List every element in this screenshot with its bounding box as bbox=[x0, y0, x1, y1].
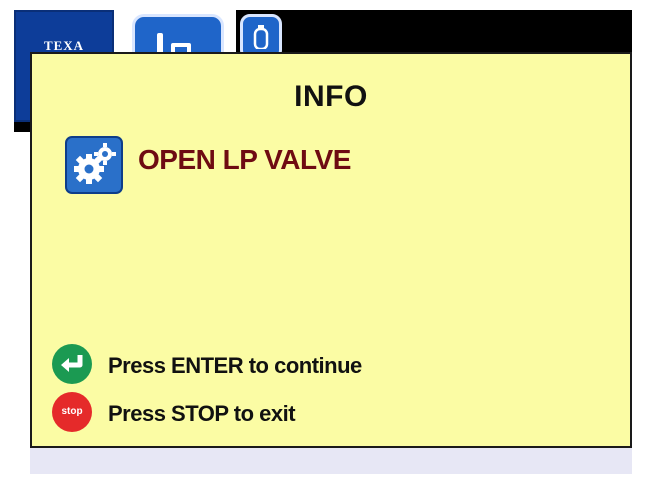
info-dialog: INFO OPEN LP VALVE Press ENTER to contin… bbox=[30, 52, 632, 448]
enter-instruction: Press ENTER to continue bbox=[108, 353, 362, 378]
stop-action[interactable]: stop Press STOP to exit bbox=[52, 392, 352, 432]
gears-icon bbox=[65, 136, 123, 194]
cylinder-icon bbox=[253, 25, 269, 49]
enter-action[interactable]: Press ENTER to continue bbox=[52, 344, 412, 384]
enter-arrow-glyph bbox=[61, 355, 83, 372]
enter-icon[interactable] bbox=[52, 344, 92, 384]
stop-icon[interactable]: stop bbox=[52, 392, 92, 432]
footer-strip bbox=[0, 474, 650, 482]
gears-glyph bbox=[74, 143, 116, 184]
dialog-title: INFO bbox=[294, 80, 368, 113]
info-message: OPEN LP VALVE bbox=[138, 144, 351, 175]
stop-instruction: Press STOP to exit bbox=[108, 401, 296, 426]
